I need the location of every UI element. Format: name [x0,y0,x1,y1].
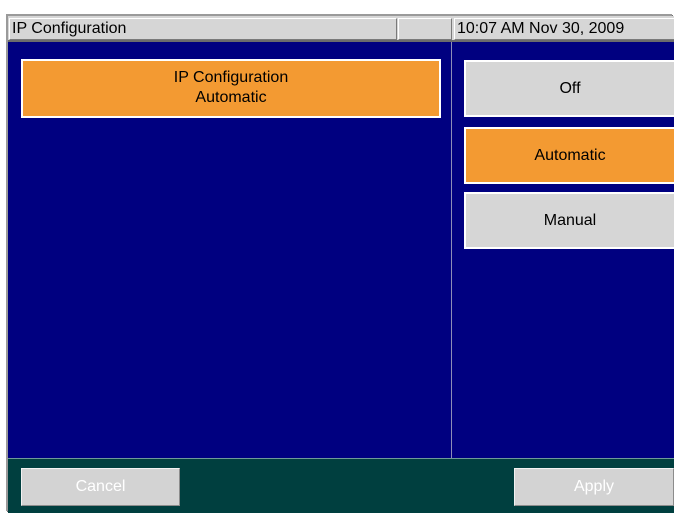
ip-configuration-screen: IP Configuration 10:07 AM Nov 30, 2009 I… [8,16,674,513]
datetime-display: 10:07 AM Nov 30, 2009 [454,18,674,40]
options-panel: Off Automatic Manual [453,42,674,458]
settings-list-panel: IP Configuration Automatic [8,42,452,458]
bottom-action-bar: Cancel Apply [8,458,674,513]
cancel-button[interactable]: Cancel [21,468,180,506]
title-bar: IP Configuration 10:07 AM Nov 30, 2009 [8,16,674,42]
apply-button[interactable]: Apply [514,468,674,506]
off-option-button[interactable]: Off [464,60,674,117]
automatic-option-button[interactable]: Automatic [464,127,674,184]
setting-name: IP Configuration [173,69,289,86]
manual-option-button[interactable]: Manual [464,192,674,249]
title-status-cell [398,18,452,40]
setting-value: Automatic [195,89,267,106]
window-title: IP Configuration [9,18,397,40]
ip-configuration-setting-item[interactable]: IP Configuration Automatic [21,59,441,118]
